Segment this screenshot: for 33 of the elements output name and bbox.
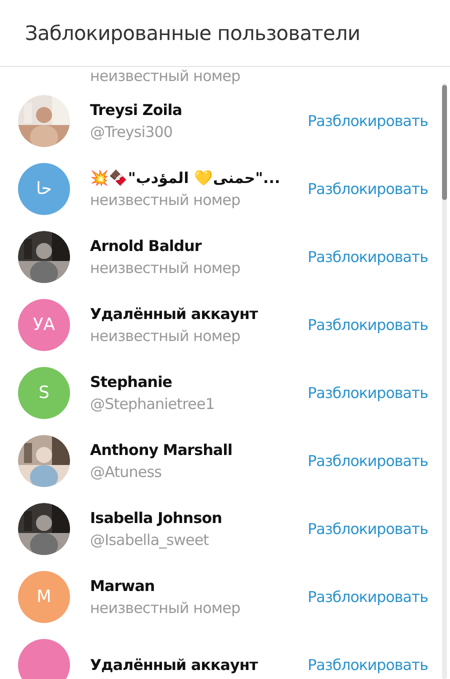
unblock-link[interactable]: Разблокировать	[308, 108, 428, 134]
user-subtitle: неизвестный номер	[90, 327, 240, 345]
user-name: Marwan	[90, 577, 155, 595]
avatar: M	[18, 571, 70, 623]
unblock-link[interactable]: Разблокировать	[308, 584, 428, 610]
user-subtitle: @Atuness	[90, 463, 162, 481]
user-name: Anthony Marshall	[90, 441, 232, 459]
user-subtitle: неизвестный номер	[90, 67, 240, 85]
user-name: Isabella Johnson	[90, 509, 222, 527]
unblock-link[interactable]: Разблокировать	[308, 380, 428, 406]
page-title: Заблокированные пользователи	[25, 21, 360, 45]
unblock-link[interactable]: Разблокировать	[308, 448, 428, 474]
user-subtitle: @Treysi300	[90, 123, 173, 141]
user-subtitle: @Isabella_sweet	[90, 531, 209, 549]
user-name: 💥🍫"حمنى💛 المؤدب"...	[90, 169, 280, 187]
user-subtitle: @Stephanietree1	[90, 395, 214, 413]
user-subtitle: неизвестный номер	[90, 191, 240, 209]
user-subtitle: неизвестный номер	[90, 259, 240, 277]
unblock-link[interactable]: Разблокировать	[308, 176, 428, 202]
user-name: Удалённый аккаунт	[90, 656, 258, 674]
avatar: УА	[18, 299, 70, 351]
avatar: حا	[18, 163, 70, 215]
user-name: Treysi Zoila	[90, 101, 182, 119]
unblock-link[interactable]: Разблокировать	[308, 244, 428, 270]
user-name: Arnold Baldur	[90, 237, 202, 255]
unblock-link[interactable]: Разблокировать	[308, 652, 428, 678]
unblock-link[interactable]: Разблокировать	[308, 516, 428, 542]
user-subtitle: неизвестный номер	[90, 599, 240, 617]
user-name: Удалённый аккаунт	[90, 305, 258, 323]
user-name: Stephanie	[90, 373, 172, 391]
scrollbar-thumb[interactable]	[442, 85, 447, 200]
unblock-link[interactable]: Разблокировать	[308, 312, 428, 338]
avatar: S	[18, 367, 70, 419]
